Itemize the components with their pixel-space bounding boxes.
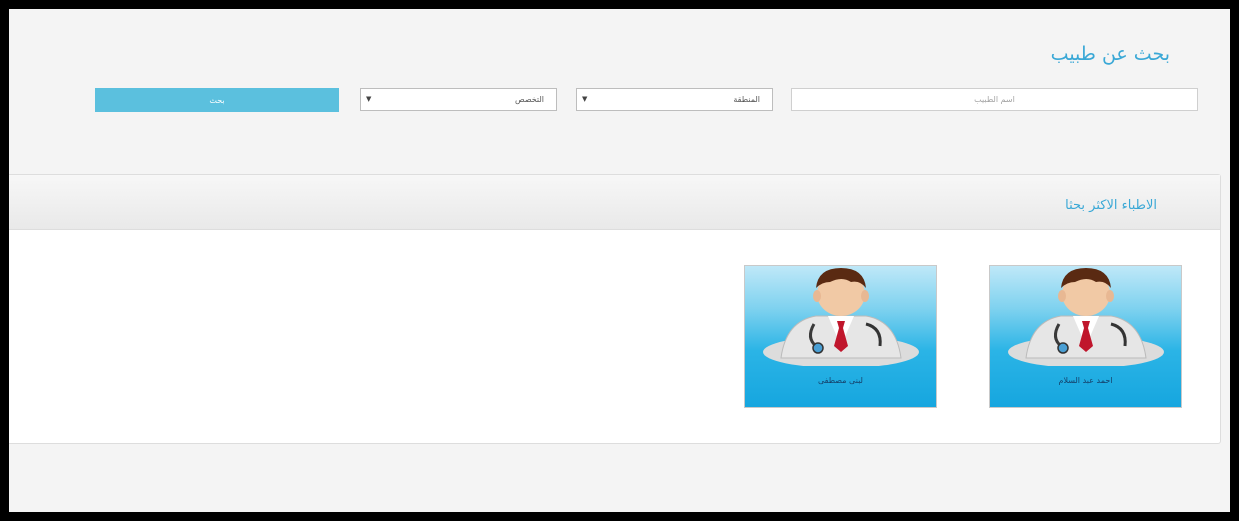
search-button[interactable]: بحث xyxy=(95,88,339,112)
specialty-select[interactable]: التخصص ▼ xyxy=(360,88,557,111)
region-select[interactable]: المنطقة ▼ xyxy=(576,88,773,111)
doctor-name[interactable]: لبنى مصطفى xyxy=(745,376,936,385)
panel-title: الاطباء الاكثر بحثا xyxy=(1065,198,1157,213)
doctor-card[interactable]: احمد عبد السلام xyxy=(989,265,1182,408)
doctor-avatar-icon xyxy=(1007,268,1164,366)
top-doctors-panel: الاطباء الاكثر بحثا احمد عبد السلام لبنى… xyxy=(9,174,1221,444)
triangle-down-icon: ▼ xyxy=(582,95,588,103)
triangle-down-icon: ▼ xyxy=(366,95,372,103)
doctor-card[interactable]: لبنى مصطفى xyxy=(744,265,937,408)
region-select-label: المنطقة xyxy=(733,95,760,104)
search-title: بحث عن طبيب xyxy=(1050,43,1170,65)
specialty-select-label: التخصص xyxy=(515,95,544,104)
page: بحث عن طبيب المنطقة ▼ التخصص ▼ بحث الاطب… xyxy=(9,9,1230,512)
panel-header: الاطباء الاكثر بحثا xyxy=(9,175,1220,230)
doctor-name-input[interactable] xyxy=(791,88,1198,111)
doctor-avatar-icon xyxy=(762,268,919,366)
doctor-name[interactable]: احمد عبد السلام xyxy=(990,376,1181,385)
